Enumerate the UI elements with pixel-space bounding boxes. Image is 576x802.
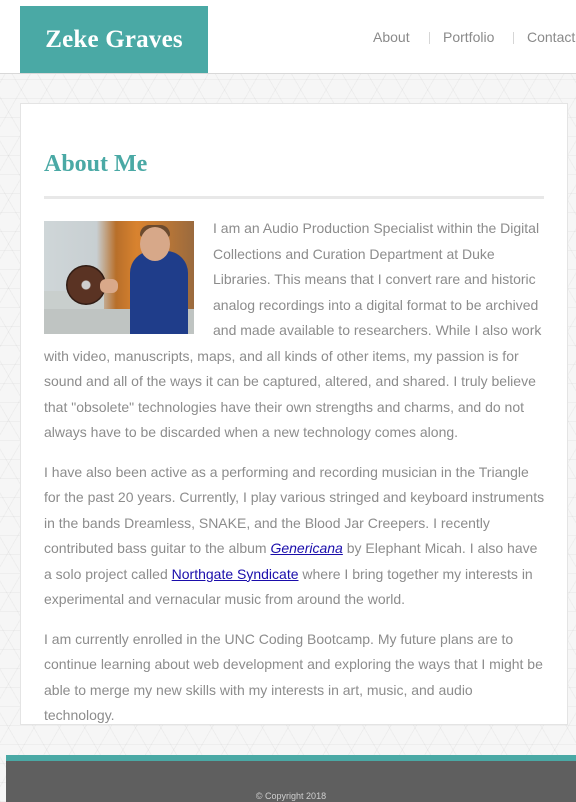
about-card: About Me I am an Audio Production Specia… <box>20 103 568 725</box>
profile-photo <box>44 221 194 334</box>
about-content: I am an Audio Production Specialist with… <box>44 216 546 743</box>
nav-link-contact[interactable]: Contact <box>527 28 575 46</box>
genericana-link[interactable]: Genericana <box>270 540 342 556</box>
northgate-syndicate-link[interactable]: Northgate Syndicate <box>172 566 299 582</box>
footer: © Copyright 2018 <box>6 761 576 802</box>
nav-link-portfolio[interactable]: Portfolio <box>443 28 494 46</box>
plans-paragraph: I am currently enrolled in the UNC Codin… <box>44 630 543 724</box>
music-paragraph: I have also been active as a performing … <box>44 460 546 613</box>
main-nav: About Portfolio Contact <box>0 28 576 48</box>
title-divider <box>44 196 544 199</box>
copyright-text: © Copyright 2018 <box>255 791 327 801</box>
nav-divider <box>513 32 514 44</box>
top-navbar: Zeke Graves About Portfolio Contact <box>0 0 576 74</box>
page-title: About Me <box>44 151 148 177</box>
nav-divider <box>429 32 430 44</box>
nav-link-about[interactable]: About <box>373 28 410 46</box>
